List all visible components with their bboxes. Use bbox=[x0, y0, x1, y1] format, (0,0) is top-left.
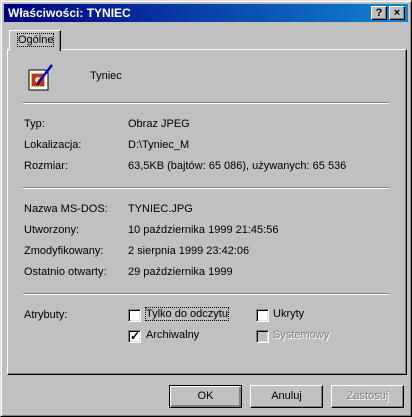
modified-label: Zmodyfikowany: bbox=[24, 245, 104, 257]
archive-checkbox-label[interactable]: Archiwalny bbox=[146, 329, 199, 341]
location-value: D:\Tyniec_M bbox=[128, 139, 190, 151]
created-label: Utworzony: bbox=[24, 224, 80, 236]
title-bar[interactable]: Właściwości: TYNIEC ? × bbox=[4, 4, 408, 22]
created-value: 10 października 1999 21:45:56 bbox=[128, 224, 279, 236]
checkmark-icon: ✓ bbox=[130, 329, 141, 343]
separator bbox=[23, 187, 389, 189]
readonly-checkbox[interactable] bbox=[128, 309, 141, 322]
window-title: Właściwości: TYNIEC bbox=[8, 6, 131, 20]
close-icon: × bbox=[393, 7, 401, 19]
location-label: Lokalizacja: bbox=[24, 139, 82, 151]
system-checkbox bbox=[256, 330, 269, 343]
accessed-value: 29 października 1999 bbox=[128, 266, 233, 278]
size-value: 63,5KB (bajtów: 65 086), używanych: 65 5… bbox=[128, 160, 347, 172]
tab-general[interactable]: Ogólne bbox=[9, 30, 61, 51]
hidden-checkbox[interactable] bbox=[256, 309, 269, 322]
help-icon: ? bbox=[375, 7, 383, 19]
msdos-name-value: TYNIEC.JPG bbox=[128, 203, 193, 215]
properties-dialog: Właściwości: TYNIEC ? × Ogólne Tyniec Ty… bbox=[0, 0, 412, 417]
jpeg-image-file-icon bbox=[28, 64, 53, 91]
attributes-label: Atrybuty: bbox=[24, 309, 68, 321]
msdos-name-label: Nazwa MS-DOS: bbox=[24, 203, 108, 215]
separator bbox=[23, 102, 389, 104]
type-value: Obraz JPEG bbox=[128, 118, 190, 130]
file-name: Tyniec bbox=[90, 70, 122, 82]
size-label: Rozmiar: bbox=[24, 160, 69, 172]
accessed-label: Ostatnio otwarty: bbox=[24, 266, 107, 278]
readonly-checkbox-label[interactable]: Tylko do odczytu bbox=[145, 307, 229, 321]
modified-value: 2 sierpnia 1999 23:42:06 bbox=[128, 245, 250, 257]
close-button[interactable]: × bbox=[389, 6, 405, 20]
system-checkbox-label: Systemowy bbox=[273, 329, 330, 341]
ok-button[interactable]: OK bbox=[169, 385, 242, 408]
cancel-button[interactable]: Anuluj bbox=[250, 385, 323, 408]
apply-button: Zastosuj bbox=[331, 385, 404, 408]
archive-checkbox[interactable]: ✓ bbox=[128, 329, 141, 343]
tab-general-label: Ogólne bbox=[16, 33, 55, 47]
separator bbox=[23, 293, 389, 295]
help-button[interactable]: ? bbox=[371, 6, 387, 20]
hidden-checkbox-label[interactable]: Ukryty bbox=[273, 308, 304, 320]
type-label: Typ: bbox=[24, 118, 45, 130]
